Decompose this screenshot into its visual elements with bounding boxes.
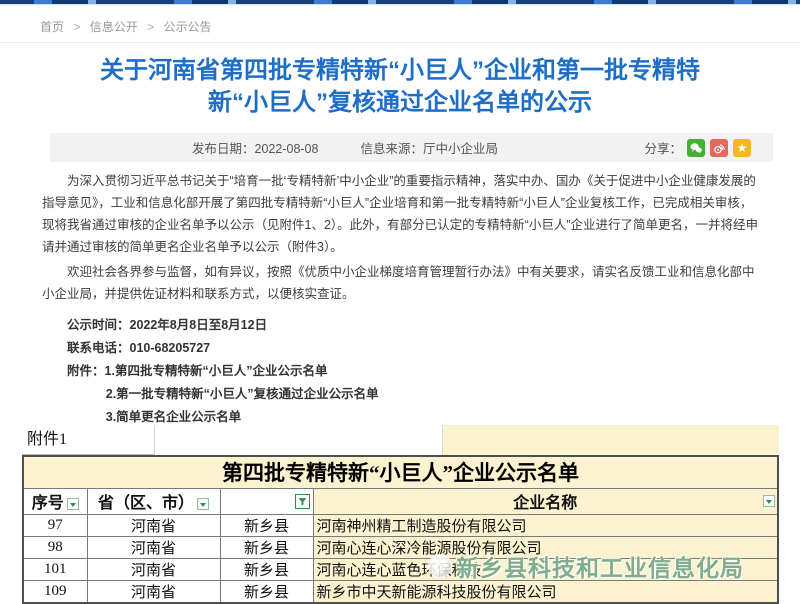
weibo-share-icon[interactable] (710, 139, 728, 157)
header-company-label: 企业名称 (513, 495, 577, 512)
table-title: 第四批专精特新“小巨人”企业公示名单 (23, 456, 778, 488)
table-header-row: 序号 省（区、市） 企业名称 (23, 488, 778, 514)
breadcrumb-info-link[interactable]: 信息公开 (90, 20, 138, 34)
wechat-share-icon[interactable] (687, 139, 705, 157)
attachment-item-2: 2.第一批专精特新“小巨人”复核通过企业公示名单 (42, 383, 760, 406)
star-glyph: ★ (737, 142, 748, 154)
cell-company: 新乡市中天新能源科技股份有限公司 (313, 580, 778, 603)
qzone-star-share-icon[interactable]: ★ (733, 139, 751, 157)
notice-time-line: 公示时间：2022年8月8日至8月12日 (42, 314, 760, 337)
breadcrumb: 首页 > 信息公开 > 公示公告 (40, 18, 211, 35)
page-title-line2: 新“小巨人”复核通过企业名单的公示 (55, 87, 745, 119)
cell-serial: 101 (23, 558, 87, 580)
cell-province: 河南省 (87, 558, 220, 580)
breadcrumb-notice-link[interactable]: 公示公告 (163, 20, 211, 34)
sheet-top-strip: 附件1 (22, 425, 779, 455)
table-row: 97 河南省 新乡县 河南神州精工制造股份有限公司 (23, 514, 778, 536)
article-meta-bar: 发布日期：2022-08-08 信息来源：厅中小企业局 分享： ★ (50, 133, 773, 162)
cell-company: 河南心连心蓝色环保科技 (313, 558, 778, 580)
wechat-glyph (689, 141, 703, 155)
breadcrumb-separator: > (147, 20, 154, 34)
share-label: 分享： (644, 138, 682, 157)
cell-county: 新乡县 (220, 514, 313, 536)
cell-county: 新乡县 (220, 558, 313, 580)
filter-dropdown-icon[interactable] (763, 495, 775, 507)
filter-funnel-icon[interactable] (295, 494, 310, 509)
header-county (220, 488, 313, 514)
company-table: 第四批专精特新“小巨人”企业公示名单 序号 省（区、市） 企业名称 97 河南省… (22, 455, 779, 604)
header-province: 省（区、市） (87, 488, 220, 514)
cell-province: 河南省 (87, 580, 220, 603)
attachments-line-1: 附件：1.第四批专精特新“小巨人”企业公示名单 (42, 360, 760, 383)
cell-company: 河南神州精工制造股份有限公司 (313, 514, 778, 536)
publish-date-value: 2022-08-08 (255, 142, 319, 156)
breadcrumb-divider (0, 42, 800, 43)
breadcrumb-separator: > (73, 20, 80, 34)
publish-date-label: 发布日期： (192, 142, 255, 156)
attachment-item-1: 1.第四批专精特新“小巨人”企业公示名单 (105, 364, 328, 378)
header-province-label: 省（区、市） (98, 495, 194, 512)
cell-county: 新乡县 (220, 580, 313, 603)
cell-serial: 109 (23, 580, 87, 603)
header-serial-label: 序号 (32, 495, 64, 512)
table-row: 109 河南省 新乡县 新乡市中天新能源科技股份有限公司 (23, 580, 778, 603)
attachment-1-sheet: 附件1 第四批专精特新“小巨人”企业公示名单 序号 省（区、市） 企业名称 (22, 425, 779, 604)
cell-province: 河南省 (87, 514, 220, 536)
info-source-value: 厅中小企业局 (423, 142, 498, 156)
cell-county: 新乡县 (220, 536, 313, 558)
top-blue-bar (0, 0, 800, 5)
attachments-label: 附件： (67, 364, 105, 378)
cell-serial: 97 (23, 514, 87, 536)
attachment-1-label: 附件1 (22, 425, 155, 455)
table-row: 98 河南省 新乡县 河南心连心深冷能源股份有限公司 (23, 536, 778, 558)
breadcrumb-home-link[interactable]: 首页 (40, 20, 64, 34)
share-bar: 分享： ★ (644, 138, 751, 157)
page-title: 关于河南省第四批专精特新“小巨人”企业和第一批专精特 新“小巨人”复核通过企业名… (55, 55, 745, 119)
filter-dropdown-icon[interactable] (197, 498, 209, 510)
table-row: 101 河南省 新乡县 河南心连心蓝色环保科技 (23, 558, 778, 580)
paragraph-1: 为深入贯彻习近平总书记关于“培育一批‘专精特新’中小企业”的重要指示精神，落实中… (42, 170, 760, 258)
table-title-row: 第四批专精特新“小巨人”企业公示名单 (23, 456, 778, 488)
header-company: 企业名称 (313, 488, 778, 514)
weibo-glyph (712, 141, 726, 155)
paragraph-2: 欢迎社会各界参与监督，如有异议，按照《优质中小企业梯度培育管理暂行办法》中有关要… (42, 261, 760, 305)
contact-phone-line: 联系电话：010-68205727 (42, 337, 760, 360)
header-serial: 序号 (23, 488, 87, 514)
cell-company: 河南心连心深冷能源股份有限公司 (313, 536, 778, 558)
page-title-line1: 关于河南省第四批专精特新“小巨人”企业和第一批专精特 (55, 55, 745, 87)
publish-date: 发布日期：2022-08-08 (192, 138, 318, 157)
filter-dropdown-icon[interactable] (67, 498, 79, 510)
info-source-label: 信息来源： (360, 142, 423, 156)
cell-province: 河南省 (87, 536, 220, 558)
cell-serial: 98 (23, 536, 87, 558)
empty-cell (155, 425, 443, 455)
empty-yellow-cell (443, 425, 779, 455)
info-source: 信息来源：厅中小企业局 (360, 138, 498, 157)
article-body: 为深入贯彻习近平总书记关于“培育一批‘专精特新’中小企业”的重要指示精神，落实中… (42, 170, 760, 454)
